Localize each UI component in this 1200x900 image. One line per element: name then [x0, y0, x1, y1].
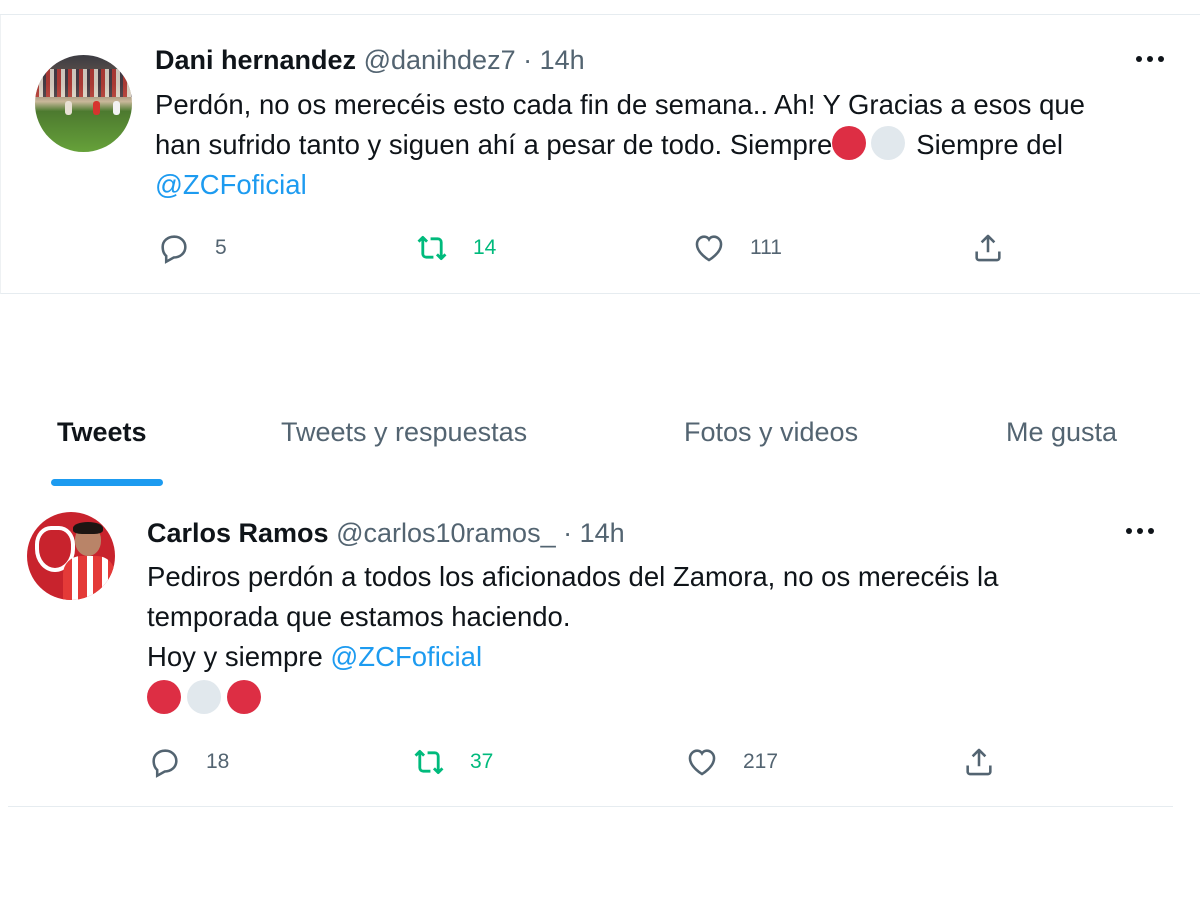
avatar-stadium-crowd	[35, 69, 132, 97]
avatar-carlos[interactable]	[27, 512, 115, 600]
reply-count: 18	[206, 750, 230, 773]
reply-button[interactable]: 18	[148, 745, 229, 779]
share-icon	[975, 234, 1001, 262]
author-handle[interactable]: @danihdez7	[364, 45, 516, 75]
reply-icon	[152, 749, 178, 778]
header-separator: ·	[523, 45, 533, 75]
share-icon	[966, 748, 992, 776]
tab-me-gusta[interactable]: Me gusta	[1006, 414, 1117, 450]
author-name[interactable]: Dani hernandez	[155, 45, 356, 75]
avatar-player-hair	[73, 522, 103, 534]
retweet-icon	[414, 749, 444, 775]
tweet-text-line: temporada que estamos haciendo.	[147, 601, 571, 632]
tweet-text-2: Pediros perdón a todos los aficionados d…	[147, 557, 998, 677]
like-button[interactable]: 217	[685, 745, 778, 779]
like-count: 111	[750, 236, 782, 259]
header-separator: ·	[563, 518, 573, 548]
tweet-text-fragment: Hoy y siempre	[147, 641, 323, 672]
heart-icon	[688, 749, 716, 776]
tab-tweets[interactable]: Tweets	[57, 414, 147, 450]
more-icon[interactable]	[1132, 50, 1172, 70]
white-circle-emoji	[187, 680, 221, 714]
heart-icon	[695, 235, 723, 262]
red-circle-emoji	[227, 680, 261, 714]
retweet-icon	[417, 235, 447, 261]
like-button[interactable]: 111	[692, 231, 782, 265]
tweet-text-line: Perdón, no os merecéis esto cada fin de …	[155, 89, 1085, 120]
reply-icon	[161, 235, 187, 264]
avatar-player-figure	[93, 101, 100, 115]
avatar-player-figure	[65, 101, 72, 115]
tweet-header-1: Dani hernandez @danihdez7 · 14h	[155, 44, 585, 76]
red-circle-emoji	[147, 680, 181, 714]
share-button[interactable]	[971, 231, 1029, 265]
author-name[interactable]: Carlos Ramos	[147, 518, 329, 548]
active-tab-indicator	[51, 479, 163, 486]
emoji-row	[147, 680, 267, 716]
retweet-button[interactable]: 37	[412, 745, 493, 779]
white-circle-emoji	[871, 126, 906, 160]
profile-timeline: Dani hernandez @danihdez7 · 14h Perdón, …	[0, 0, 1200, 900]
red-circle-emoji	[832, 126, 867, 160]
retweet-count: 14	[473, 236, 497, 259]
author-handle[interactable]: @carlos10ramos_	[336, 518, 556, 548]
mention-link[interactable]: @ZCFoficial	[330, 641, 482, 672]
profile-tabs: Tweets Tweets y respuestas Fotos y video…	[0, 400, 1200, 488]
reply-count: 5	[215, 236, 227, 259]
tab-fotos-y-videos[interactable]: Fotos y videos	[684, 414, 858, 450]
tweet-text-fragment: han sufrido tanto y siguen ahí a pesar d…	[155, 129, 833, 160]
retweet-count: 37	[470, 750, 494, 773]
tweet-time[interactable]: 14h	[540, 45, 585, 75]
tweet-header-2: Carlos Ramos @carlos10ramos_ · 14h	[147, 517, 625, 549]
reply-button[interactable]: 5	[157, 231, 227, 265]
tweet-text-1: Perdón, no os merecéis esto cada fin de …	[155, 85, 1085, 205]
tab-tweets-y-respuestas[interactable]: Tweets y respuestas	[281, 414, 527, 450]
tweet-time[interactable]: 14h	[580, 518, 625, 548]
avatar-dani[interactable]	[35, 55, 132, 152]
avatar-player-figure	[113, 101, 120, 115]
avatar-player-shirt	[63, 556, 115, 600]
share-button[interactable]	[962, 745, 1020, 779]
tweet-text-line: han sufrido tanto y siguen ahí a pesar d…	[155, 125, 1085, 165]
more-icon[interactable]	[1122, 522, 1162, 542]
tweet-text-line: Pediros perdón a todos los aficionados d…	[147, 561, 999, 592]
mention-link[interactable]: @ZCFoficial	[155, 169, 307, 200]
tweet-text-fragment: Siempre del	[916, 129, 1063, 160]
like-count: 217	[743, 750, 779, 773]
retweet-button[interactable]: 14	[415, 231, 496, 265]
